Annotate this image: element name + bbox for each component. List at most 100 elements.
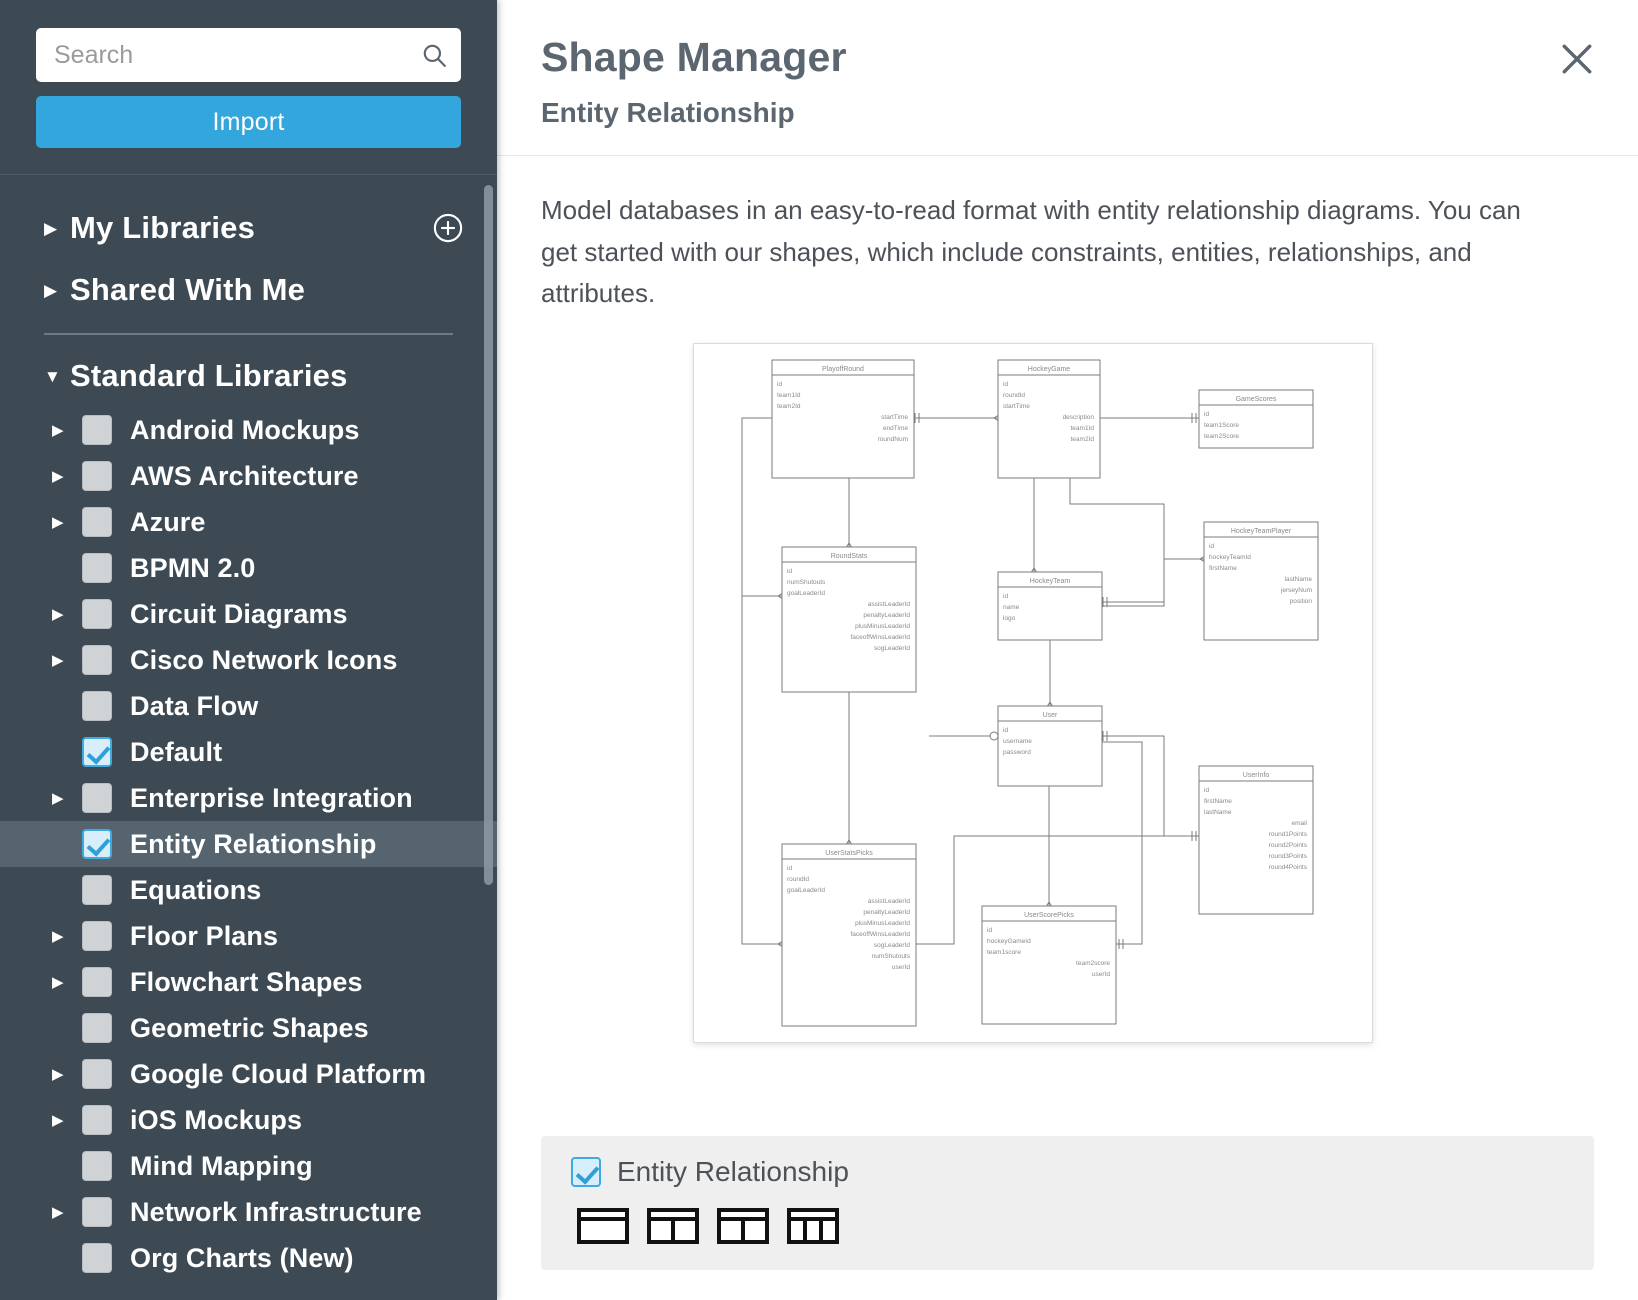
sidebar-item-cisco-network-icons[interactable]: ▶ Cisco Network Icons <box>0 637 497 683</box>
chevron-right-icon: ▶ <box>44 218 58 238</box>
chevron-right-icon[interactable]: ▶ <box>52 1111 82 1129</box>
svg-text:id: id <box>777 381 782 388</box>
sidebar-group-standard-libraries[interactable]: ▼ Standard Libraries <box>0 345 497 407</box>
library-checkbox[interactable] <box>82 1197 112 1227</box>
sidebar-item-floor-plans[interactable]: ▶ Floor Plans <box>0 913 497 959</box>
chevron-right-icon[interactable]: ▶ <box>52 651 82 669</box>
library-checkbox[interactable] <box>82 783 112 813</box>
entity-shape-3-column[interactable] <box>787 1208 839 1244</box>
svg-text:lastName: lastName <box>1285 576 1313 583</box>
chevron-right-icon[interactable]: ▶ <box>52 789 82 807</box>
svg-text:round3Points: round3Points <box>1269 853 1308 860</box>
erd-entity-hockeygame: HockeyGame id roundId startTime description t… <box>997 359 1101 479</box>
library-checkbox[interactable] <box>82 1105 112 1135</box>
library-checkbox[interactable] <box>82 599 112 629</box>
chevron-right-icon[interactable]: ▶ <box>52 1203 82 1221</box>
library-checkbox[interactable] <box>82 1243 112 1273</box>
library-checkbox[interactable] <box>82 553 112 583</box>
svg-text:username: username <box>1003 738 1032 745</box>
sidebar-item-label: Default <box>130 736 223 767</box>
sidebar-item-mind-mapping[interactable]: Mind Mapping <box>0 1143 497 1189</box>
panel-body: Model databases in an easy-to-read forma… <box>497 156 1638 1118</box>
chevron-right-icon[interactable]: ▶ <box>52 421 82 439</box>
sidebar-item-entity-relationship[interactable]: Entity Relationship <box>0 821 497 867</box>
sidebar-item-android-mockups[interactable]: ▶ Android Mockups <box>0 407 497 453</box>
sidebar-item-network-infrastructure[interactable]: ▶ Network Infrastructure <box>0 1189 497 1235</box>
chevron-right-icon[interactable]: ▶ <box>52 513 82 531</box>
svg-text:roundId: roundId <box>1003 392 1025 399</box>
sidebar-group-label: Standard Libraries <box>70 358 348 393</box>
library-checkbox[interactable] <box>82 829 112 859</box>
svg-text:startTime: startTime <box>881 414 908 421</box>
sidebar-item-default[interactable]: Default <box>0 729 497 775</box>
svg-text:email: email <box>1291 820 1307 827</box>
chevron-right-icon[interactable]: ▶ <box>52 927 82 945</box>
library-checkbox[interactable] <box>82 691 112 721</box>
sidebar-item-google-cloud-platform[interactable]: ▶ Google Cloud Platform <box>0 1051 497 1097</box>
library-checkbox[interactable] <box>82 1013 112 1043</box>
shape-library-sidebar: Import ▶ My Libraries ▶ Shared With Me ▼… <box>0 0 497 1300</box>
svg-text:penaltyLeaderId: penaltyLeaderId <box>863 909 910 916</box>
svg-text:RoundStats: RoundStats <box>831 553 868 560</box>
plus-circle-icon[interactable] <box>433 213 463 243</box>
sidebar-group-my-libraries[interactable]: ▶ My Libraries <box>0 197 497 259</box>
library-checkbox[interactable] <box>82 461 112 491</box>
library-checkbox[interactable] <box>82 1059 112 1089</box>
chevron-right-icon[interactable]: ▶ <box>52 467 82 485</box>
sidebar-item-org-charts-new[interactable]: Org Charts (New) <box>0 1235 497 1281</box>
sidebar-item-ios-mockups[interactable]: ▶ iOS Mockups <box>0 1097 497 1143</box>
sidebar-item-aws-architecture[interactable]: ▶ AWS Architecture <box>0 453 497 499</box>
sidebar-item-azure[interactable]: ▶ Azure <box>0 499 497 545</box>
library-checkbox[interactable] <box>82 921 112 951</box>
chevron-right-icon[interactable]: ▶ <box>52 973 82 991</box>
svg-text:goalLeaderId: goalLeaderId <box>787 590 825 597</box>
close-icon[interactable] <box>1560 42 1594 76</box>
sidebar-divider <box>44 333 453 335</box>
entity-shape-1-column[interactable] <box>577 1208 629 1244</box>
library-checkbox[interactable] <box>82 645 112 675</box>
svg-text:GameScores: GameScores <box>1236 396 1277 403</box>
library-checkbox[interactable] <box>82 967 112 997</box>
search-field-wrapper[interactable] <box>36 28 461 82</box>
library-checkbox[interactable] <box>82 415 112 445</box>
svg-text:team2score: team2score <box>1076 960 1110 967</box>
sidebar-item-enterprise-integration[interactable]: ▶ Enterprise Integration <box>0 775 497 821</box>
library-description: Model databases in an easy-to-read forma… <box>541 195 1521 309</box>
svg-text:numShutouts: numShutouts <box>787 579 826 586</box>
sidebar-item-data-flow[interactable]: Data Flow <box>0 683 497 729</box>
entity-shape-2-column-narrow-left[interactable] <box>647 1208 699 1244</box>
svg-text:faceoffWinsLeaderId: faceoffWinsLeaderId <box>851 634 911 641</box>
shape-thumbnail-list <box>577 1208 1564 1244</box>
entity-shape-2-column-even[interactable] <box>717 1208 769 1244</box>
library-checkbox[interactable] <box>82 1151 112 1181</box>
chevron-right-icon[interactable]: ▶ <box>52 605 82 623</box>
entity-relationship-checkbox[interactable] <box>571 1157 601 1187</box>
sidebar-item-circuit-diagrams[interactable]: ▶ Circuit Diagrams <box>0 591 497 637</box>
svg-text:numShutouts: numShutouts <box>872 953 911 960</box>
library-checkbox[interactable] <box>82 737 112 767</box>
sidebar-item-label: AWS Architecture <box>130 460 359 491</box>
library-checkbox[interactable] <box>82 875 112 905</box>
chevron-right-icon[interactable]: ▶ <box>52 1065 82 1083</box>
svg-text:round4Points: round4Points <box>1269 864 1308 871</box>
import-button[interactable]: Import <box>36 96 461 148</box>
sidebar-item-equations[interactable]: Equations <box>0 867 497 913</box>
svg-text:team2Score: team2Score <box>1204 433 1239 440</box>
sidebar-item-geometric-shapes[interactable]: Geometric Shapes <box>0 1005 497 1051</box>
search-input[interactable] <box>36 28 461 82</box>
svg-text:id: id <box>787 568 792 575</box>
shape-manager-panel: Shape Manager Entity Relationship Model … <box>497 0 1638 1300</box>
svg-text:penaltyLeaderId: penaltyLeaderId <box>863 612 910 619</box>
sidebar-group-shared-with-me[interactable]: ▶ Shared With Me <box>0 259 497 321</box>
svg-text:userId: userId <box>1092 971 1110 978</box>
library-checkbox[interactable] <box>82 507 112 537</box>
svg-text:PlayoffRound: PlayoffRound <box>822 366 864 373</box>
sidebar-header: Import <box>0 0 497 175</box>
erd-entity-hockeyteam: HockeyTeam id name logo <box>997 571 1103 641</box>
sidebar-item-flowchart-shapes[interactable]: ▶ Flowchart Shapes <box>0 959 497 1005</box>
sidebar-item-bpmn-2-0[interactable]: BPMN 2.0 <box>0 545 497 591</box>
sidebar-scrollbar-thumb[interactable] <box>484 185 493 885</box>
svg-text:assistLeaderId: assistLeaderId <box>868 601 911 608</box>
svg-text:hockeyTeamId: hockeyTeamId <box>1209 554 1251 561</box>
svg-text:plusMinusLeaderId: plusMinusLeaderId <box>855 920 910 927</box>
